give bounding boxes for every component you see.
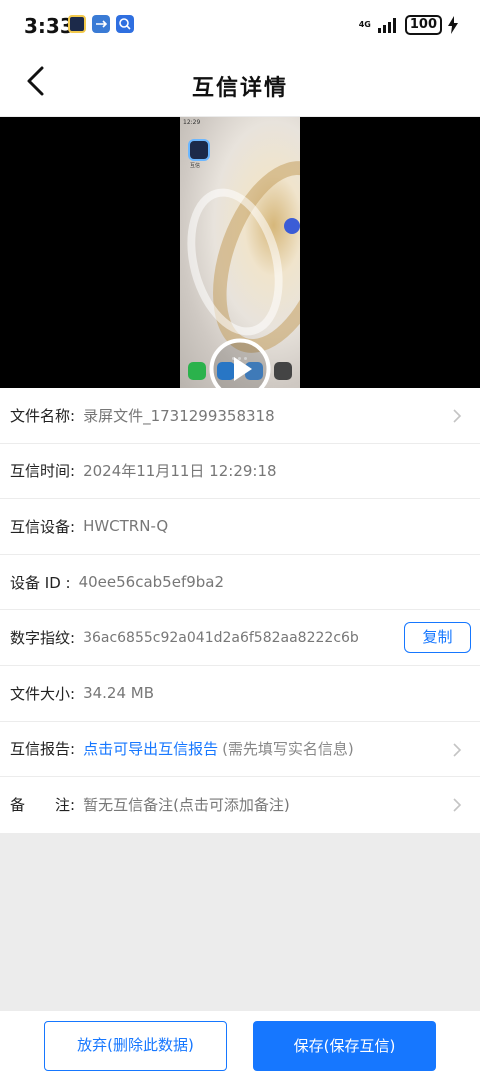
usb-icon — [92, 15, 110, 33]
file-name-value: 录屏文件_1731299358318 — [83, 406, 275, 425]
chevron-right-icon — [453, 409, 462, 423]
size-label: 文件大小: — [10, 684, 76, 703]
device-id-row: 设备 ID : 40ee56cab5ef9ba2 — [0, 555, 480, 611]
charging-icon — [448, 16, 458, 34]
time-label: 互信时间: — [10, 462, 76, 481]
thumbnail-app-icon — [188, 139, 210, 161]
battery-level: 100 — [404, 15, 442, 35]
page-title: 互信详情 — [191, 76, 288, 101]
network-type: 4G — [358, 20, 371, 29]
app-logo-icon — [68, 15, 86, 33]
thumbnail-status-time: 12:29 — [183, 119, 201, 126]
phone-icon — [188, 362, 206, 380]
report-label: 互信报告: — [10, 740, 76, 759]
app-search-icon — [116, 15, 134, 33]
status-right: 4G 100 — [359, 15, 458, 35]
remark-row[interactable]: 备 注: 暂无互信备注(点击可添加备注) — [0, 777, 480, 833]
device-label: 互信设备: — [10, 517, 76, 536]
thumbnail-floating-button — [284, 218, 300, 234]
chevron-right-icon — [453, 798, 462, 812]
fingerprint-label: 数字指纹: — [10, 629, 76, 648]
detail-list: 文件名称: 录屏文件_1731299358318 互信时间: 2024年11月1… — [0, 388, 480, 833]
bottom-action-bar: 放弃(删除此数据) 保存(保存互信) — [0, 1011, 480, 1080]
discard-button[interactable]: 放弃(删除此数据) — [44, 1021, 227, 1071]
status-bar: 3:33 4G 100 — [0, 0, 480, 52]
time-row: 互信时间: 2024年11月11日 12:29:18 — [0, 444, 480, 500]
device-value: HWCTRN-Q — [83, 517, 169, 536]
fingerprint-row: 数字指纹: 36ac6855c92a041d2a6f582aa8222c6b 复… — [0, 610, 480, 666]
device-id-value: 40ee56cab5ef9ba2 — [78, 573, 225, 592]
remark-value: 暂无互信备注(点击可添加备注) — [83, 796, 290, 815]
file-name-label: 文件名称: — [10, 406, 76, 425]
report-row[interactable]: 互信报告: 点击可导出互信报告 (需先填写实名信息) — [0, 722, 480, 778]
size-value: 34.24 MB — [83, 684, 155, 703]
status-time: 3:33 — [24, 14, 74, 38]
thumbnail-app-label: 互信 — [190, 163, 201, 169]
file-name-row[interactable]: 文件名称: 录屏文件_1731299358318 — [0, 388, 480, 444]
device-row: 互信设备: HWCTRN-Q — [0, 499, 480, 555]
device-id-label: 设备 ID : — [10, 573, 71, 592]
time-value: 2024年11月11日 12:29:18 — [83, 462, 277, 481]
camera-icon — [273, 362, 292, 380]
report-hint: (需先填写实名信息) — [222, 740, 354, 759]
signal-icon — [377, 18, 396, 33]
export-report-link[interactable]: 点击可导出互信报告 — [83, 738, 218, 759]
save-button[interactable]: 保存(保存互信) — [253, 1021, 436, 1071]
status-app-icons — [68, 15, 134, 33]
nav-bar: 互信详情 — [0, 52, 480, 116]
fingerprint-value: 36ac6855c92a041d2a6f582aa8222c6b — [83, 629, 359, 646]
play-icon[interactable] — [209, 338, 271, 388]
video-player[interactable]: 12:29 互信 — [0, 117, 480, 388]
remark-label: 备 注: — [10, 796, 76, 815]
copy-button[interactable]: 复制 — [404, 622, 471, 654]
chevron-right-icon — [453, 742, 462, 757]
size-row: 文件大小: 34.24 MB — [0, 666, 480, 722]
